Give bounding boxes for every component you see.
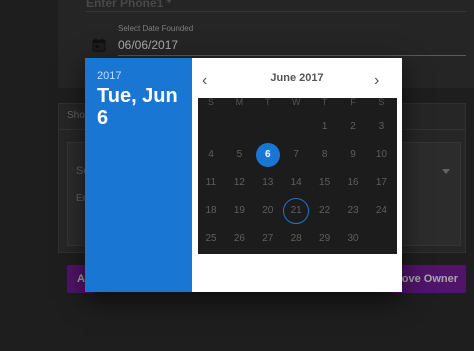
calendar-day[interactable]: 14 [284, 171, 308, 195]
chevron-left-icon[interactable]: ‹ [202, 72, 207, 90]
calendar-day[interactable]: 30 [341, 227, 365, 251]
calendar-day[interactable]: 23 [341, 199, 365, 223]
calendar-day[interactable]: 11 [199, 171, 223, 195]
calendar-day[interactable]: 25 [199, 227, 223, 251]
calendar-day[interactable]: 3 [369, 115, 393, 139]
calendar-day[interactable]: 10 [369, 143, 393, 167]
date-picker-dialog: 2017 Tue, Jun 6 June 2017 ‹ › SMTWTFS123… [85, 58, 402, 292]
calendar-day[interactable]: 9 [341, 143, 365, 167]
calendar-day[interactable]: 2 [341, 115, 365, 139]
calendar-day[interactable]: 4 [199, 143, 223, 167]
calendar-day[interactable]: 7 [284, 143, 308, 167]
year-label[interactable]: 2017 [97, 70, 121, 82]
weekday-header: W [291, 97, 301, 107]
month-label: June 2017 [270, 72, 324, 84]
calendar-day[interactable]: 27 [256, 227, 280, 251]
calendar-day[interactable]: 28 [284, 227, 308, 251]
weekday-header: S [207, 97, 214, 107]
weekday-header: T [265, 97, 271, 107]
calendar-day[interactable]: 21 [283, 198, 310, 224]
calendar-grid: S M T W T F S 1 2 3 4 5 6 7 8 9 10 11 12 13 14 15 16 17 18 19 20 21… [198, 97, 397, 254]
calendar-day[interactable]: 19 [227, 199, 251, 223]
calendar-day[interactable]: 22 [313, 199, 337, 223]
calendar-day[interactable]: 15 [313, 171, 337, 195]
calendar-day[interactable]: 26 [227, 227, 251, 251]
calendar-day[interactable]: 12 [227, 171, 251, 195]
selected-date-label: Tue, Jun 6 [97, 85, 178, 129]
calendar-day[interactable]: 29 [313, 227, 337, 251]
calendar-day[interactable]: 20 [256, 199, 280, 223]
calendar-day[interactable]: 24 [369, 199, 393, 223]
calendar-day[interactable]: 5 [227, 143, 251, 167]
calendar-day[interactable]: 16 [341, 171, 365, 195]
weekday-header: S [378, 97, 385, 107]
chevron-right-icon[interactable]: › [374, 72, 379, 90]
calendar-day[interactable]: 13 [256, 171, 280, 195]
weekday-header: M [235, 97, 244, 107]
calendar-day[interactable]: 17 [369, 171, 393, 195]
selected-day[interactable]: 6 [255, 143, 280, 167]
weekday-header: F [350, 97, 356, 107]
calendar-day[interactable]: 1 [313, 115, 337, 139]
weekday-header: T [321, 97, 328, 107]
calendar-day[interactable]: 18 [199, 199, 223, 223]
date-picker-header: 2017 Tue, Jun 6 [85, 58, 192, 292]
calendar-day[interactable]: 8 [313, 143, 337, 167]
calendar-body: June 2017 ‹ › S M T W T F S 1 2 3 4 5 6 7 8 9 10 11 12 13 14… [192, 58, 402, 292]
